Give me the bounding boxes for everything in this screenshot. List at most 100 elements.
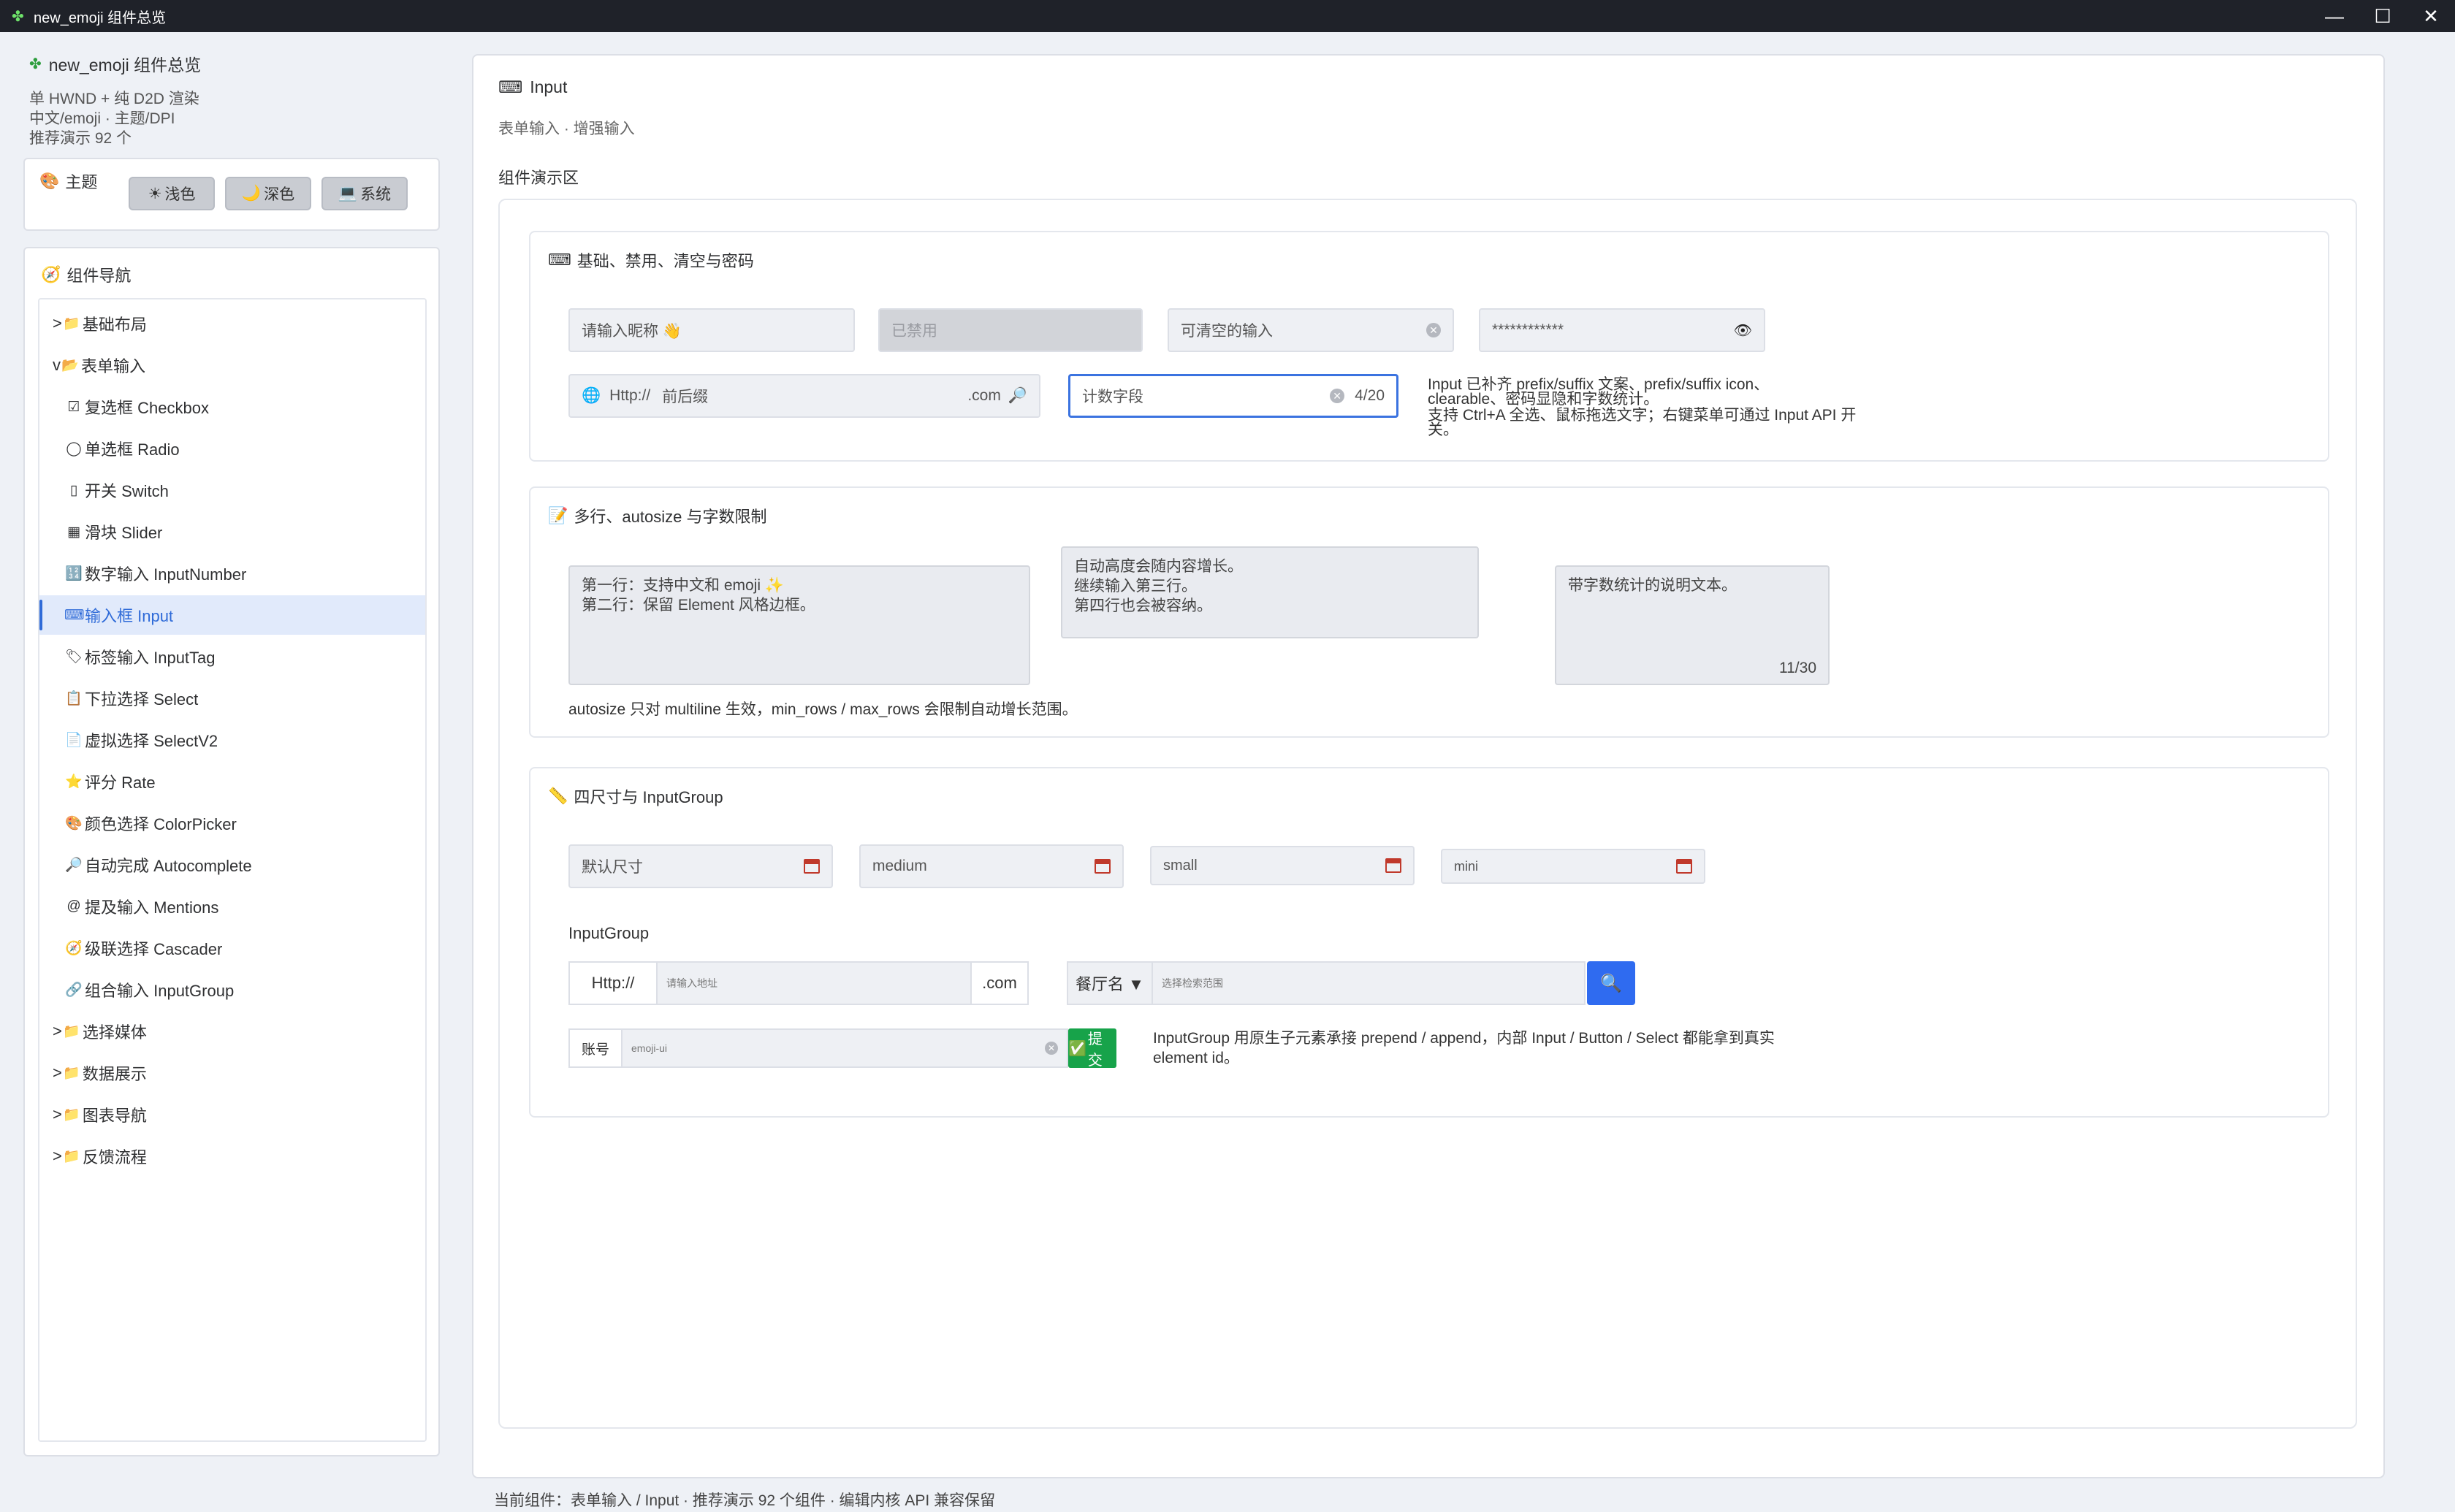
component-icon: ▦ <box>67 524 80 540</box>
textarea-line: 第二行：保留 Element 风格边框。 <box>582 597 815 614</box>
search-icon: 🔍 <box>1600 973 1622 993</box>
nav-item[interactable]: > 📁 图表导航 <box>39 1095 425 1134</box>
expand-chevron-icon[interactable]: > <box>53 314 62 333</box>
nav-item[interactable]: v 📂 表单输入 <box>39 345 425 385</box>
nav-item[interactable]: ⌨ 输入框 Input <box>39 595 425 635</box>
nav-item[interactable]: 🔢 数字输入 InputNumber <box>39 554 425 593</box>
section-note: autosize 只对 multiline 生效，min_rows / max_… <box>568 701 1078 718</box>
minimize-button[interactable]: — <box>2310 0 2359 32</box>
size-label: medium <box>872 858 927 874</box>
size-label: 默认尺寸 <box>582 859 643 876</box>
clearable-input[interactable]: 可清空的输入 ✕ <box>1168 308 1454 352</box>
sub-line: 中文/emoji · 主题/DPI <box>29 110 175 127</box>
theme-dark-button[interactable]: 🌙 深色 <box>225 177 311 210</box>
nav-item-label: 数字输入 InputNumber <box>85 565 247 584</box>
nav-item[interactable]: 🧭 级联选择 Cascader <box>39 928 425 968</box>
expand-chevron-icon[interactable]: > <box>53 1022 62 1041</box>
calendar-icon <box>1095 859 1111 874</box>
search-button[interactable]: 🔍 <box>1587 961 1635 1005</box>
nav-item[interactable]: ⭐ 评分 Rate <box>39 762 425 801</box>
section-note: Input 已补齐 prefix/suffix 文案、prefix/suffix… <box>1428 375 1895 440</box>
nav-item[interactable]: 🏷 标签输入 InputTag <box>39 637 425 676</box>
password-input[interactable]: ************ 👁 <box>1479 308 1765 352</box>
group-prepend: Http:// <box>568 961 658 1005</box>
section-multiline: 📝 多行、autosize 与字数限制 第一行：支持中文和 emoji ✨ 第二… <box>529 486 2329 738</box>
nav-item[interactable]: ▯ 开关 Switch <box>39 470 425 510</box>
nav-item-label: 下拉选择 Select <box>85 690 199 709</box>
nav-item[interactable]: ☑ 复选框 Checkbox <box>39 387 425 427</box>
range-input[interactable]: 选择检索范围 <box>1152 961 1586 1005</box>
clover-icon: ✤ <box>12 8 24 25</box>
nickname-input[interactable]: 请输入昵称 👋 <box>568 308 855 352</box>
nav-item[interactable]: @ 提及输入 Mentions <box>39 887 425 926</box>
expand-chevron-icon[interactable]: > <box>53 1147 62 1166</box>
textarea-line: 自动高度会随内容增长。 <box>1074 558 1243 575</box>
nav-item[interactable]: 🎨 颜色选择 ColorPicker <box>39 803 425 843</box>
component-icon: ⭐ <box>65 774 83 790</box>
size-medium-input[interactable]: medium <box>859 844 1124 888</box>
clover-icon: ✤ <box>29 56 42 72</box>
folder-icon: 📁 <box>63 1066 80 1081</box>
theme-light-label: 浅色 <box>164 186 196 203</box>
nav-item[interactable]: 🔗 组合输入 InputGroup <box>39 970 425 1009</box>
nav-item-label: 数据展示 <box>82 1065 147 1083</box>
url-input[interactable]: 🌐 Http:// 前后缀 .com 🔎 <box>568 374 1040 418</box>
nav-item[interactable]: > 📁 反馈流程 <box>39 1137 425 1176</box>
nav-item[interactable]: 🔎 自动完成 Autocomplete <box>39 845 425 885</box>
address-input[interactable]: 请输入地址 <box>656 961 972 1005</box>
page-title: Input <box>530 77 568 96</box>
nav-item[interactable]: > 📁 选择媒体 <box>39 1012 425 1051</box>
nav-item[interactable]: > 📁 数据展示 <box>39 1053 425 1093</box>
size-default-input[interactable]: 默认尺寸 <box>568 844 833 888</box>
expand-chevron-icon[interactable]: > <box>53 1105 62 1124</box>
clear-icon[interactable]: ✕ <box>1330 389 1345 403</box>
theme-light-button[interactable]: ☀ 浅色 <box>129 177 215 210</box>
nickname-placeholder: 请输入昵称 👋 <box>582 323 682 340</box>
component-icon: 🔗 <box>65 982 83 998</box>
disabled-text: 已禁用 <box>891 323 937 340</box>
folder-icon: 📁 <box>63 316 80 332</box>
account-input[interactable]: emoji-ui ✕ <box>621 1028 1068 1068</box>
expand-chevron-icon[interactable]: > <box>53 1064 62 1083</box>
restaurant-select[interactable]: 餐厅名 ▼ <box>1067 961 1153 1005</box>
section-sizes: 📏 四尺寸与 InputGroup 默认尺寸 medium small mini… <box>529 767 2329 1118</box>
close-button[interactable]: ✕ <box>2407 0 2455 32</box>
demo-area-label: 组件演示区 <box>498 169 579 187</box>
submit-button[interactable]: ✅ 提交 <box>1068 1028 1116 1069</box>
textarea-line: 继续输入第三行。 <box>1074 578 1197 595</box>
nav-item[interactable]: 📄 虚拟选择 SelectV2 <box>39 720 425 760</box>
theme-system-label: 系统 <box>360 186 392 203</box>
component-icon: ⌨ <box>64 607 85 623</box>
nav-item-label: 单选框 Radio <box>85 440 180 459</box>
section-title: 多行、autosize 与字数限制 <box>574 508 767 526</box>
size-small-input[interactable]: small <box>1150 846 1415 885</box>
window-title: new_emoji 组件总览 <box>34 9 167 26</box>
nav-item[interactable]: ◯ 单选框 Radio <box>39 429 425 468</box>
palette-icon: 🎨 <box>39 172 60 190</box>
clear-icon[interactable]: ✕ <box>1426 323 1441 337</box>
count-input[interactable]: 计数字段 ✕ 4/20 <box>1068 374 1398 418</box>
clear-icon[interactable]: ✕ <box>1045 1042 1058 1055</box>
theme-system-button[interactable]: 💻 系统 <box>321 177 408 210</box>
nav-item[interactable]: ▦ 滑块 Slider <box>39 512 425 551</box>
account-prepend: 账号 <box>568 1028 623 1068</box>
nav-item[interactable]: > 📁 基础布局 <box>39 304 425 343</box>
keyboard-icon: ⌨ <box>498 77 523 96</box>
nav-item-label: 评分 Rate <box>85 774 156 792</box>
check-icon: ✅ <box>1068 1040 1086 1057</box>
nav-item-label: 选择媒体 <box>82 1023 147 1042</box>
nav-item[interactable]: 📋 下拉选择 Select <box>39 679 425 718</box>
sun-icon: ☀ <box>148 185 162 202</box>
size-mini-input[interactable]: mini <box>1441 849 1705 884</box>
expand-chevron-icon[interactable]: v <box>53 356 61 375</box>
group-append: .com <box>970 961 1029 1005</box>
nav-item-label: 级联选择 Cascader <box>85 940 223 958</box>
url-value: 前后缀 <box>662 389 709 405</box>
textarea-autosize[interactable]: 自动高度会随内容增长。 继续输入第三行。 第四行也会被容纳。 <box>1061 546 1479 638</box>
url-prefix: Http:// <box>609 387 651 404</box>
textarea-counted[interactable]: 带字数统计的说明文本。 11/30 <box>1555 565 1830 685</box>
eye-icon[interactable]: 👁 <box>1734 321 1752 340</box>
textarea-basic[interactable]: 第一行：支持中文和 emoji ✨ 第二行：保留 Element 风格边框。 <box>568 565 1030 685</box>
maximize-button[interactable]: ☐ <box>2359 0 2407 32</box>
component-icon: 📄 <box>65 733 83 748</box>
